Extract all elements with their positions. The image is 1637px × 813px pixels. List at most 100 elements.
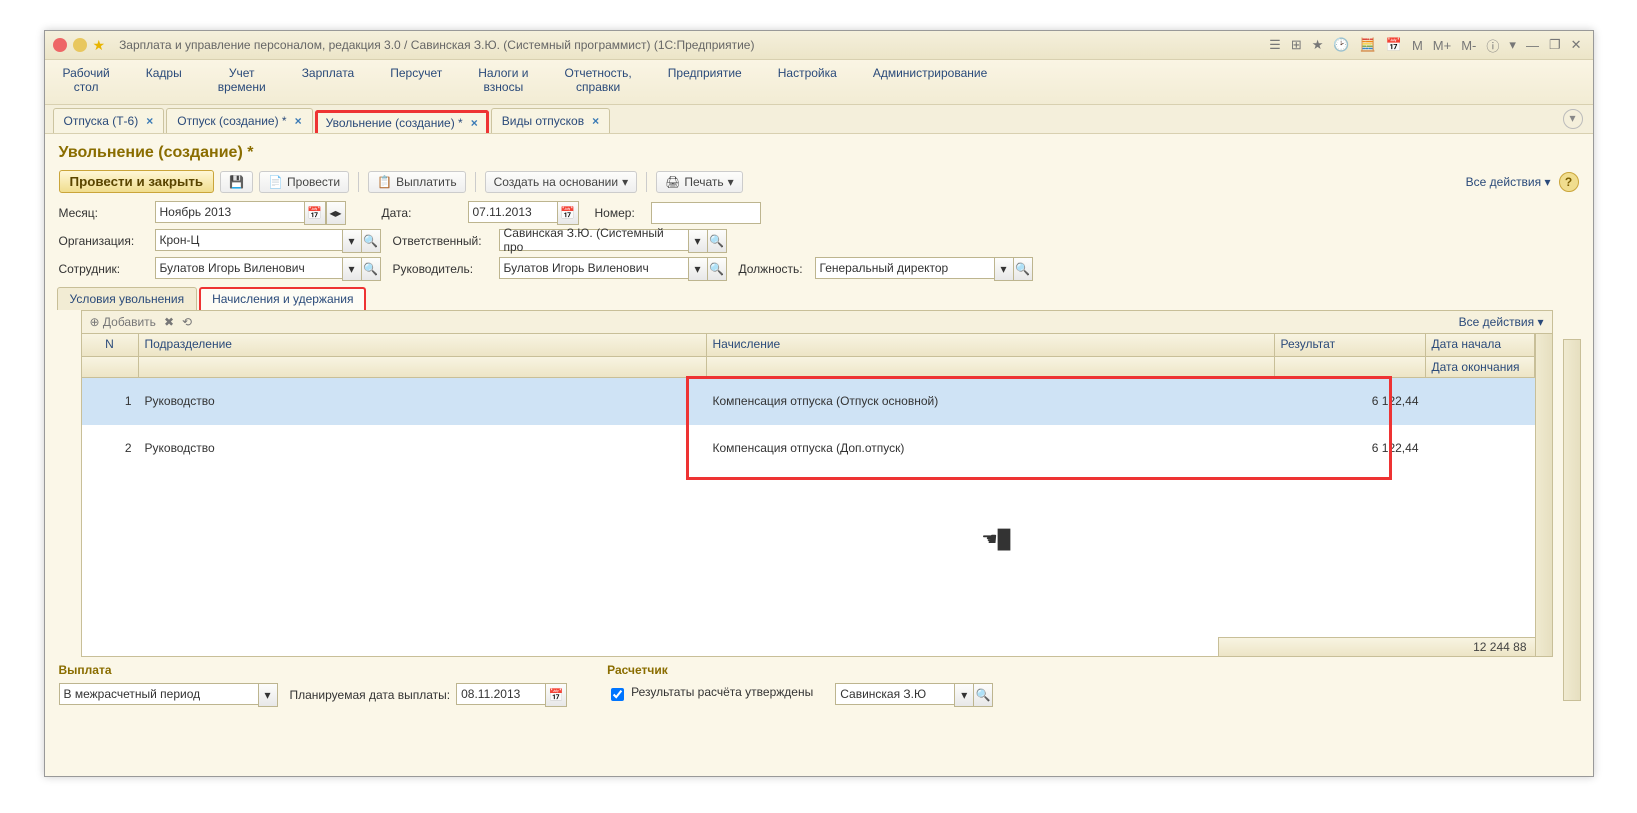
chevron-down-icon[interactable]: ▾: [688, 257, 708, 281]
help-icon[interactable]: ?: [1559, 172, 1579, 192]
tab-conditions[interactable]: Условия увольнения: [57, 287, 198, 310]
menu-persaccount[interactable]: Персучет: [372, 60, 460, 104]
dropdown-icon[interactable]: ▾: [1506, 37, 1519, 53]
print-button[interactable]: 🖨Печать▾: [656, 171, 743, 193]
expand-tabs-icon[interactable]: ▾: [1563, 109, 1583, 129]
month-input[interactable]: Ноябрь 2013 📅 ◂▸: [155, 201, 346, 225]
tool-icon[interactable]: ★: [1309, 37, 1327, 53]
menu-reports[interactable]: Отчетность, справки: [547, 60, 650, 104]
menu-timetracking[interactable]: Учет времени: [200, 60, 284, 104]
chevron-down-icon[interactable]: ▾: [342, 257, 362, 281]
col-department[interactable]: Подразделение: [139, 334, 707, 356]
grid-scrollbar[interactable]: [1535, 334, 1552, 656]
save-button[interactable]: 💾: [220, 171, 253, 193]
menu-personnel[interactable]: Кадры: [128, 60, 200, 104]
chevron-down-icon: ▾: [622, 175, 628, 189]
search-icon[interactable]: 🔍: [708, 257, 727, 281]
add-button[interactable]: ⊕ Добавить: [90, 315, 156, 329]
window-close-dot[interactable]: [53, 38, 67, 52]
post-and-close-button[interactable]: Провести и закрыть: [59, 170, 215, 193]
search-icon[interactable]: 🔍: [362, 229, 381, 253]
month-label: Месяц:: [59, 206, 149, 220]
menu-taxes[interactable]: Налоги и взносы: [460, 60, 546, 104]
calendar-icon[interactable]: 📅: [304, 201, 326, 225]
chevron-down-icon[interactable]: ▾: [342, 229, 362, 253]
m-button[interactable]: M: [1409, 38, 1426, 53]
app-window: ★ Зарплата и управление персоналом, реда…: [44, 30, 1594, 777]
menu-admin[interactable]: Администрирование: [855, 60, 1005, 104]
window-close-icon[interactable]: ✕: [1568, 37, 1585, 53]
grid-all-actions[interactable]: Все действия ▾: [1459, 315, 1544, 329]
toolbar-icon[interactable]: ⟲: [182, 315, 192, 329]
window-maximize-icon[interactable]: ❐: [1546, 37, 1564, 53]
calculator-input[interactable]: Савинская З.Ю ▾ 🔍: [835, 683, 993, 707]
close-icon[interactable]: ×: [592, 114, 599, 128]
pos-input[interactable]: Генеральный директор ▾ 🔍: [815, 257, 1033, 281]
chevron-down-icon[interactable]: ▾: [954, 683, 974, 707]
info-icon[interactable]: ⓘ: [1483, 36, 1502, 55]
pay-icon: 📋: [377, 175, 392, 189]
print-icon: 🖨: [665, 175, 680, 189]
col-n[interactable]: N: [82, 334, 139, 356]
results-approved-checkbox[interactable]: Результаты расчёта утверждены: [607, 686, 813, 704]
window-min-dot[interactable]: [73, 38, 87, 52]
date-input[interactable]: 07.11.2013 📅: [468, 201, 579, 225]
search-icon[interactable]: 🔍: [362, 257, 381, 281]
page-scrollbar[interactable]: [1563, 339, 1581, 701]
col-date-start[interactable]: Дата начала: [1426, 334, 1535, 356]
window-minimize-icon[interactable]: —: [1523, 38, 1542, 53]
m-minus-button[interactable]: M-: [1458, 38, 1479, 53]
document-toolbar: Провести и закрыть 💾 📄Провести 📋Выплатит…: [45, 168, 1593, 201]
grid-header-2: Дата окончания: [82, 357, 1535, 378]
chevron-down-icon[interactable]: ▾: [688, 229, 708, 253]
col-accrual[interactable]: Начисление: [707, 334, 1275, 356]
calculator-header: Расчетчик: [607, 663, 993, 677]
calendar-icon[interactable]: 📅: [1383, 37, 1405, 53]
col-date-end[interactable]: Дата окончания: [1426, 357, 1535, 377]
calendar-icon[interactable]: 📅: [557, 201, 579, 225]
payout-period-input[interactable]: В межрасчетный период ▾: [59, 683, 278, 707]
m-plus-button[interactable]: M+: [1430, 38, 1454, 53]
plan-date-label: Планируемая дата выплаты:: [290, 688, 451, 702]
chevron-down-icon: ▾: [728, 175, 734, 189]
create-based-button[interactable]: Создать на основании▾: [485, 171, 638, 193]
tool-icon[interactable]: ☰: [1266, 37, 1284, 53]
separator: [646, 172, 647, 192]
search-icon[interactable]: 🔍: [974, 683, 993, 707]
calculator-icon[interactable]: 🧮: [1357, 37, 1379, 53]
tool-icon[interactable]: 🕑: [1330, 37, 1352, 53]
pay-button[interactable]: 📋Выплатить: [368, 171, 465, 193]
chevron-down-icon[interactable]: ▾: [994, 257, 1014, 281]
tool-icon[interactable]: ⊞: [1288, 37, 1305, 53]
doc-tab-vacation-create[interactable]: Отпуск (создание) *×: [166, 108, 312, 133]
toolbar-icon[interactable]: ✖: [164, 315, 174, 329]
post-button[interactable]: 📄Провести: [259, 171, 349, 193]
resp-input[interactable]: Савинская З.Ю. (Системный про ▾ 🔍: [499, 229, 727, 253]
table-row[interactable]: 2 Руководство Компенсация отпуска (Доп.о…: [82, 425, 1535, 472]
search-icon[interactable]: 🔍: [1014, 257, 1033, 281]
doc-tab-dismissal-create[interactable]: Увольнение (создание) *×: [315, 110, 489, 133]
calendar-icon[interactable]: 📅: [545, 683, 567, 707]
all-actions-link[interactable]: Все действия ▾: [1466, 175, 1551, 189]
search-icon[interactable]: 🔍: [708, 229, 727, 253]
mgr-input[interactable]: Булатов Игорь Виленович ▾ 🔍: [499, 257, 727, 281]
tab-accruals[interactable]: Начисления и удержания: [199, 287, 366, 310]
org-input[interactable]: Крон-Ц ▾ 🔍: [155, 229, 381, 253]
emp-input[interactable]: Булатов Игорь Виленович ▾ 🔍: [155, 257, 381, 281]
close-icon[interactable]: ×: [471, 116, 478, 130]
menu-salary[interactable]: Зарплата: [284, 60, 373, 104]
menu-settings[interactable]: Настройка: [760, 60, 855, 104]
doc-tab-vacations[interactable]: Отпуска (Т-6)×: [53, 108, 165, 133]
favorite-icon[interactable]: ★: [93, 37, 106, 54]
stepper-icon[interactable]: ◂▸: [326, 201, 346, 225]
close-icon[interactable]: ×: [146, 114, 153, 128]
chevron-down-icon[interactable]: ▾: [258, 683, 278, 707]
table-row[interactable]: 1 Руководство Компенсация отпуска (Отпус…: [82, 378, 1535, 425]
number-input[interactable]: [651, 202, 761, 224]
col-result[interactable]: Результат: [1275, 334, 1426, 356]
doc-tab-vacation-types[interactable]: Виды отпусков×: [491, 108, 610, 133]
plan-date-input[interactable]: 08.11.2013 📅: [456, 683, 567, 707]
menu-desktop[interactable]: Рабочий стол: [45, 60, 128, 104]
close-icon[interactable]: ×: [295, 114, 302, 128]
menu-enterprise[interactable]: Предприятие: [650, 60, 760, 104]
